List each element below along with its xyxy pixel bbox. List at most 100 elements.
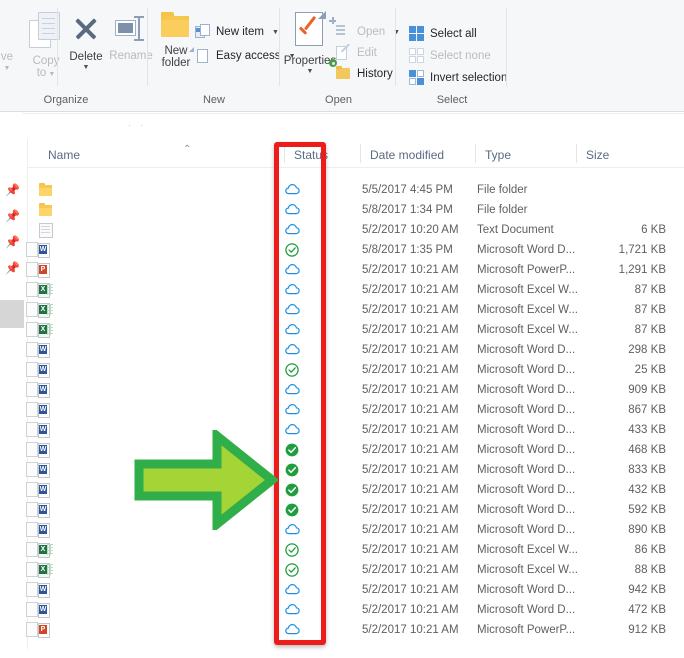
table-row[interactable]: W 5/2/2017 10:21 AM Microsoft Word D... 468… bbox=[0, 440, 684, 460]
column-header-type[interactable]: Type bbox=[475, 140, 576, 168]
date-modified-cell: 5/2/2017 10:21 AM bbox=[362, 264, 459, 276]
new-item-label: New item bbox=[216, 26, 264, 38]
delete-button[interactable]: Delete ▼ bbox=[62, 14, 110, 72]
invert-selection-label: Invert selection bbox=[430, 72, 508, 84]
invert-selection-icon bbox=[409, 70, 425, 86]
table-row[interactable]: X 5/2/2017 10:21 AM Microsoft Excel W... 88… bbox=[0, 560, 684, 580]
size-cell: 6 KB bbox=[641, 224, 666, 236]
file-type-icon: W bbox=[26, 342, 54, 358]
table-row[interactable]: 5/2/2017 10:20 AM Text Document 6 KB bbox=[0, 220, 684, 240]
file-type-icon: W bbox=[26, 442, 54, 458]
date-modified-cell: 5/2/2017 10:21 AM bbox=[362, 344, 459, 356]
size-cell: 912 KB bbox=[628, 624, 666, 636]
table-row[interactable]: P 5/2/2017 10:21 AM Microsoft PowerP... 1,2… bbox=[0, 260, 684, 280]
size-cell: 88 KB bbox=[634, 564, 666, 576]
date-modified-cell: 5/2/2017 10:21 AM bbox=[362, 464, 459, 476]
ribbon-group-open: Properties ▼ Open ▼ Edit History Open bbox=[281, 0, 400, 112]
date-modified-cell: 5/2/2017 10:21 AM bbox=[362, 444, 459, 456]
size-cell: 433 KB bbox=[628, 424, 666, 436]
delete-caret-icon: ▼ bbox=[82, 64, 90, 71]
ribbon-group-select: Select all Select none Invert selection … bbox=[397, 0, 507, 112]
table-row[interactable]: 5/5/2017 4:45 PM File folder bbox=[0, 180, 684, 200]
edit-button[interactable]: Edit bbox=[336, 43, 377, 61]
green-arrow-annotation bbox=[133, 426, 280, 534]
file-explorer-window: ve ▼ Copy to ▼ Delete ▼ Rename Organize … bbox=[0, 0, 684, 658]
table-row[interactable]: P 5/2/2017 10:21 AM Microsoft PowerP... 912… bbox=[0, 620, 684, 640]
table-row[interactable]: W 5/2/2017 10:21 AM Microsoft Word D... 942… bbox=[0, 580, 684, 600]
file-list-area: 📌 📌 📌 📌 Name ⌃ Status Date modified Type… bbox=[0, 139, 684, 658]
size-cell: 87 KB bbox=[634, 324, 666, 336]
file-type-icon bbox=[38, 222, 54, 238]
table-row[interactable]: 5/8/2017 1:34 PM File folder bbox=[0, 200, 684, 220]
file-type-icon bbox=[38, 182, 54, 198]
file-type-icon: W bbox=[26, 362, 54, 378]
file-type-icon: W bbox=[26, 382, 54, 398]
column-header-size[interactable]: Size bbox=[576, 140, 684, 168]
size-cell: 87 KB bbox=[634, 304, 666, 316]
date-modified-cell: 5/2/2017 10:21 AM bbox=[362, 424, 459, 436]
file-type-icon: X bbox=[26, 542, 54, 558]
table-row[interactable]: W 5/2/2017 10:21 AM Microsoft Word D... 25 … bbox=[0, 360, 684, 380]
address-bar-strip: · · bbox=[0, 112, 684, 140]
date-modified-cell: 5/2/2017 10:21 AM bbox=[362, 404, 459, 416]
table-row[interactable]: W 5/2/2017 10:21 AM Microsoft Word D... 472… bbox=[0, 600, 684, 620]
ribbon-toolbar: ve ▼ Copy to ▼ Delete ▼ Rename Organize … bbox=[0, 0, 684, 112]
table-row[interactable]: W 5/2/2017 10:21 AM Microsoft Word D... 890… bbox=[0, 520, 684, 540]
edit-label: Edit bbox=[357, 47, 377, 59]
select-all-button[interactable]: Select all bbox=[409, 26, 477, 42]
select-none-icon bbox=[409, 48, 425, 64]
table-row[interactable]: W 5/8/2017 1:35 PM Microsoft Word D... 1,72… bbox=[0, 240, 684, 260]
table-row[interactable]: X 5/2/2017 10:21 AM Microsoft Excel W... 86… bbox=[0, 540, 684, 560]
table-row[interactable]: W 5/2/2017 10:21 AM Microsoft Word D... 909… bbox=[0, 380, 684, 400]
properties-caret-icon: ▼ bbox=[306, 68, 314, 75]
table-row[interactable]: W 5/2/2017 10:21 AM Microsoft Word D... 867… bbox=[0, 400, 684, 420]
edit-icon bbox=[336, 43, 352, 61]
table-row[interactable]: W 5/2/2017 10:21 AM Microsoft Word D... 833… bbox=[0, 460, 684, 480]
date-modified-cell: 5/5/2017 4:45 PM bbox=[362, 184, 453, 196]
table-row[interactable]: W 5/2/2017 10:21 AM Microsoft Word D... 592… bbox=[0, 500, 684, 520]
table-row[interactable]: X 5/2/2017 10:21 AM Microsoft Excel W... 87… bbox=[0, 320, 684, 340]
file-type-icon: W bbox=[26, 422, 54, 438]
status-column-highlight-box bbox=[274, 142, 326, 645]
open-icon bbox=[329, 17, 352, 40]
ribbon-group-label-new: New bbox=[202, 94, 225, 106]
date-modified-cell: 5/8/2017 1:35 PM bbox=[362, 244, 453, 256]
file-type-icon: W bbox=[26, 402, 54, 418]
delete-label: Delete bbox=[69, 50, 103, 63]
table-row[interactable]: W 5/2/2017 10:21 AM Microsoft Word D... 432… bbox=[0, 480, 684, 500]
size-cell: 833 KB bbox=[628, 464, 666, 476]
history-label: History bbox=[357, 68, 393, 80]
file-type-icon: X bbox=[26, 282, 54, 298]
invert-selection-button[interactable]: Invert selection bbox=[409, 70, 507, 86]
history-button[interactable]: History bbox=[329, 59, 393, 82]
file-type-icon: P bbox=[26, 262, 54, 278]
type-cell: File folder bbox=[477, 204, 528, 216]
size-cell: 472 KB bbox=[628, 604, 666, 616]
new-item-button[interactable]: New item ▼ bbox=[195, 24, 279, 40]
date-modified-cell: 5/2/2017 10:21 AM bbox=[362, 524, 459, 536]
file-type-icon: P bbox=[26, 622, 54, 638]
open-button[interactable]: Open ▼ bbox=[329, 17, 400, 40]
easy-access-label: Easy access bbox=[216, 50, 281, 62]
select-none-button[interactable]: Select none bbox=[409, 48, 491, 64]
column-header-date-modified[interactable]: Date modified bbox=[360, 140, 475, 168]
table-row[interactable]: X 5/2/2017 10:21 AM Microsoft Excel W... 87… bbox=[0, 300, 684, 320]
table-row[interactable]: W 5/2/2017 10:21 AM Microsoft Word D... 298… bbox=[0, 340, 684, 360]
type-cell: Text Document bbox=[477, 224, 554, 236]
address-bar-divider bbox=[22, 113, 684, 114]
date-modified-cell: 5/2/2017 10:21 AM bbox=[362, 564, 459, 576]
breadcrumb[interactable]: · · bbox=[128, 120, 146, 131]
size-cell: 890 KB bbox=[628, 524, 666, 536]
table-row[interactable]: X 5/2/2017 10:21 AM Microsoft Excel W... 87… bbox=[0, 280, 684, 300]
delete-icon bbox=[62, 14, 110, 48]
ribbon-group-label-select: Select bbox=[436, 94, 468, 106]
date-modified-cell: 5/2/2017 10:21 AM bbox=[362, 304, 459, 316]
file-type-icon: W bbox=[26, 462, 54, 478]
size-cell: 298 KB bbox=[628, 344, 666, 356]
history-icon bbox=[329, 59, 352, 82]
column-header-name[interactable]: Name bbox=[38, 140, 284, 168]
ribbon-group-label-organize: Organize bbox=[43, 94, 89, 106]
ribbon-group-new: New folder New item ▼ Easy access ▼ New bbox=[148, 0, 296, 112]
table-row[interactable]: W 5/2/2017 10:21 AM Microsoft Word D... 433… bbox=[0, 420, 684, 440]
size-cell: 867 KB bbox=[628, 404, 666, 416]
